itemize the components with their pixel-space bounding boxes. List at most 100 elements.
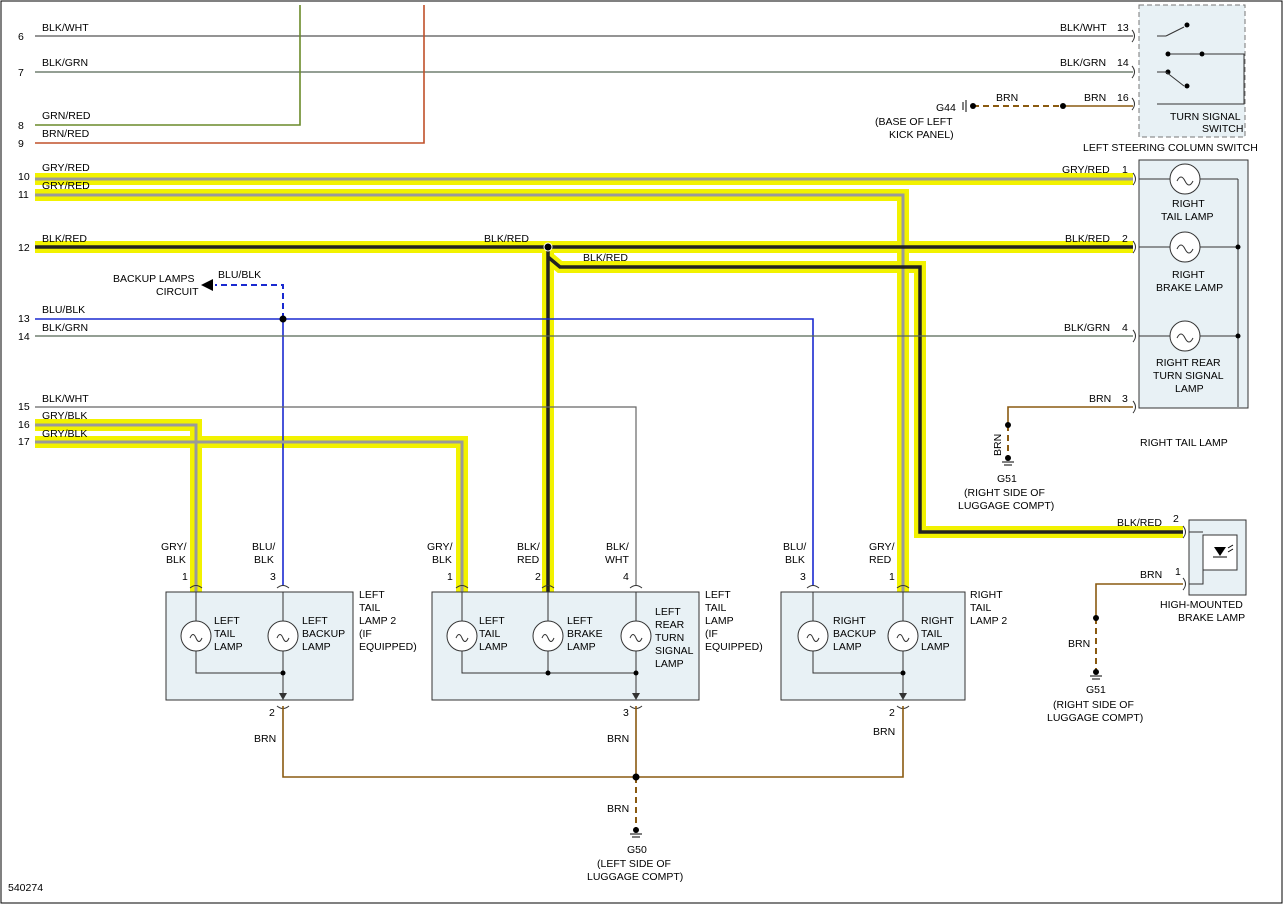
svg-text:10: 10 [18, 171, 30, 183]
svg-text:7: 7 [18, 67, 24, 79]
svg-text:LUGGAGE COMPT): LUGGAGE COMPT) [587, 871, 683, 883]
svg-text:1: 1 [182, 571, 188, 583]
svg-text:LAMP: LAMP [1175, 383, 1204, 395]
svg-text:TAIL: TAIL [214, 628, 236, 640]
g51-ground-upper: BRN G51 (RIGHT SIDE OF LUGGAGE COMPT) [958, 406, 1133, 512]
svg-text:LAMP: LAMP [567, 641, 596, 653]
svg-text:LEFT: LEFT [705, 589, 731, 601]
svg-text:TAIL: TAIL [359, 602, 381, 614]
svg-text:GRY/BLK: GRY/BLK [42, 410, 87, 422]
svg-text:16: 16 [1117, 92, 1129, 104]
svg-text:G51: G51 [997, 473, 1017, 485]
g44-ground: BRN 16 BRN G44 (BASE OF LEFT KICK PANEL) [875, 92, 1133, 141]
svg-text:(BASE OF LEFT: (BASE OF LEFT [875, 116, 953, 128]
svg-text:BRN: BRN [1140, 569, 1162, 581]
svg-text:TAIL LAMP: TAIL LAMP [1161, 211, 1214, 223]
svg-text:BLU/BLK: BLU/BLK [218, 269, 261, 281]
svg-text:LEFT STEERING COLUMN SWITCH: LEFT STEERING COLUMN SWITCH [1083, 142, 1258, 154]
svg-text:TAIL: TAIL [479, 628, 501, 640]
svg-text:1: 1 [1175, 566, 1181, 578]
svg-text:4: 4 [623, 571, 629, 583]
svg-text:8: 8 [18, 120, 24, 132]
svg-text:GRN/RED: GRN/RED [42, 110, 91, 122]
svg-text:BLK/GRN: BLK/GRN [1064, 322, 1110, 334]
svg-text:EQUIPPED): EQUIPPED) [359, 641, 417, 653]
svg-text:GRY/RED: GRY/RED [1062, 164, 1110, 176]
svg-text:BRN: BRN [607, 733, 629, 745]
svg-text:BRN: BRN [254, 733, 276, 745]
svg-text:LAMP: LAMP [302, 641, 331, 653]
svg-text:EQUIPPED): EQUIPPED) [705, 641, 763, 653]
wire-17: 17 GRY/BLK [18, 428, 464, 592]
left-tail-lamp: LEFT TAIL LAMP LEFT BRAKE LAMP LEFT REAR… [427, 541, 763, 745]
svg-text:BLK/WHT: BLK/WHT [42, 22, 89, 34]
svg-text:BLK/GRN: BLK/GRN [42, 57, 88, 69]
svg-text:G51: G51 [1086, 684, 1106, 696]
svg-text:11: 11 [18, 189, 29, 201]
svg-text:LEFT: LEFT [655, 606, 681, 618]
svg-text:GRY/: GRY/ [161, 541, 187, 553]
svg-text:17: 17 [18, 436, 30, 448]
svg-text:BRN: BRN [607, 803, 629, 815]
svg-text:LAMP: LAMP [214, 641, 243, 653]
svg-text:LUGGAGE COMPT): LUGGAGE COMPT) [1047, 712, 1143, 724]
svg-text:BLK/RED: BLK/RED [484, 233, 529, 245]
svg-text:LEFT: LEFT [302, 615, 328, 627]
highlight-layer [35, 173, 1183, 592]
svg-text:LEFT: LEFT [479, 615, 505, 627]
svg-text:RED: RED [869, 554, 892, 566]
svg-text:BRAKE LAMP: BRAKE LAMP [1156, 282, 1223, 294]
svg-text:BLK: BLK [432, 554, 452, 566]
svg-text:GRY/: GRY/ [427, 541, 453, 553]
right-tail-lamp-2: RIGHT BACKUP LAMP RIGHT TAIL LAMP RIGHT … [780, 541, 1007, 738]
svg-text:LAMP: LAMP [833, 641, 862, 653]
svg-text:(RIGHT SIDE OF: (RIGHT SIDE OF [1053, 699, 1134, 711]
svg-text:2: 2 [1122, 233, 1128, 245]
svg-text:TURN SIGNAL: TURN SIGNAL [1170, 111, 1241, 123]
wire-10: 10 GRY/RED [18, 162, 1133, 183]
svg-text:BRAKE LAMP: BRAKE LAMP [1178, 612, 1245, 624]
svg-text:BACKUP LAMPS: BACKUP LAMPS [113, 273, 195, 285]
svg-text:3: 3 [1122, 393, 1128, 405]
svg-text:LAMP 2: LAMP 2 [970, 615, 1007, 627]
svg-text:LAMP: LAMP [655, 658, 684, 670]
svg-text:1: 1 [889, 571, 895, 583]
svg-text:BLK/RED: BLK/RED [1065, 233, 1110, 245]
svg-text:REAR: REAR [655, 619, 685, 631]
svg-text:(LEFT SIDE OF: (LEFT SIDE OF [597, 858, 671, 870]
svg-text:BRN: BRN [1068, 638, 1090, 650]
svg-text:RIGHT: RIGHT [921, 615, 954, 627]
svg-text:BRN: BRN [873, 726, 895, 738]
svg-text:LAMP: LAMP [705, 615, 734, 627]
svg-text:BLK/RED: BLK/RED [42, 233, 87, 245]
svg-text:1: 1 [1122, 164, 1128, 176]
svg-text:BACKUP: BACKUP [302, 628, 345, 640]
svg-text:2: 2 [1173, 513, 1179, 525]
g50-ground: BRN G50 (LEFT SIDE OF LUGGAGE COMPT) [282, 706, 904, 883]
svg-text:GRY/: GRY/ [869, 541, 895, 553]
svg-text:9: 9 [18, 138, 24, 150]
svg-text:GRY/RED: GRY/RED [42, 162, 90, 174]
svg-text:BRN: BRN [992, 434, 1004, 456]
svg-text:BRN: BRN [1084, 92, 1106, 104]
svg-text:3: 3 [623, 707, 629, 719]
svg-text:3: 3 [270, 571, 276, 583]
svg-text:LEFT: LEFT [359, 589, 385, 601]
svg-text:RIGHT: RIGHT [833, 615, 866, 627]
svg-text:16: 16 [18, 419, 30, 431]
figure-id: 540274 [8, 882, 43, 894]
svg-text:14: 14 [18, 331, 30, 343]
svg-text:BRAKE: BRAKE [567, 628, 603, 640]
svg-text:LEFT: LEFT [567, 615, 593, 627]
svg-text:BLK/WHT: BLK/WHT [1060, 22, 1107, 34]
svg-text:2: 2 [889, 707, 895, 719]
svg-text:BLK/: BLK/ [606, 541, 629, 553]
svg-text:12: 12 [18, 242, 30, 254]
svg-text:BRN: BRN [1089, 393, 1111, 405]
svg-text:BLK: BLK [785, 554, 805, 566]
svg-text:(IF: (IF [359, 628, 372, 640]
svg-text:BLK: BLK [166, 554, 186, 566]
svg-text:LAMP: LAMP [921, 641, 950, 653]
svg-text:1: 1 [447, 571, 453, 583]
svg-text:2: 2 [269, 707, 275, 719]
